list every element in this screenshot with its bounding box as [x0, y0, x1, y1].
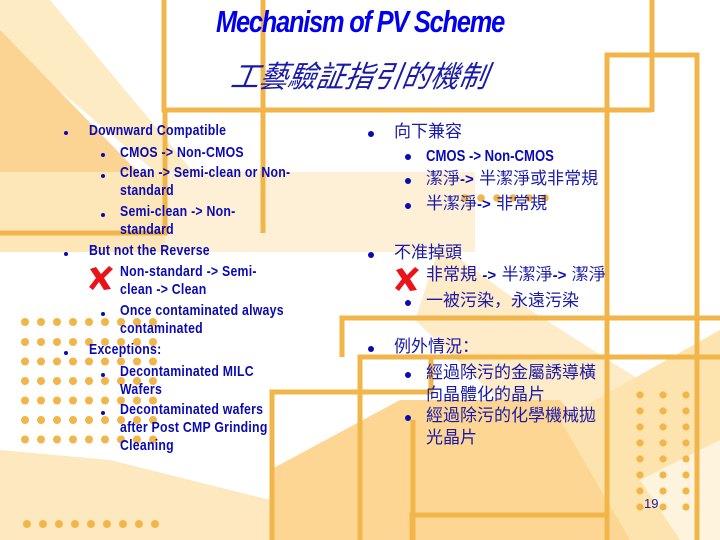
bullet-icon	[368, 252, 374, 258]
list-item: 經過除污的化學機械拋 光晶片	[426, 406, 596, 448]
list-item: 一被污染，永遠污染	[426, 291, 579, 311]
list-item: 例外情況：	[394, 337, 479, 357]
bullet-icon	[405, 415, 411, 421]
list-item: 不准掉頭	[394, 243, 462, 263]
bullet-icon	[405, 178, 411, 184]
bullet-icon	[405, 203, 411, 209]
bullet-icon	[368, 346, 374, 352]
bullet-icon	[405, 154, 411, 160]
cross-icon	[395, 267, 419, 291]
list-item: CMOS -> Non-CMOS	[426, 148, 554, 165]
bullet-icon	[405, 372, 411, 378]
list-item: 半潔淨-> 非常規	[426, 194, 548, 214]
right-column: 向下兼容 CMOS -> Non-CMOS 潔淨-> 半潔淨或非常規 半潔淨->…	[0, 0, 720, 540]
bullet-icon	[405, 300, 411, 306]
list-item: 潔淨-> 半潔淨或非常規	[426, 169, 599, 189]
bullet-icon	[368, 131, 374, 137]
list-item: 經過除污的金屬誘導橫 向晶體化的晶片	[426, 363, 596, 405]
list-item: 非常規 -> 半潔淨-> 潔淨	[426, 265, 606, 285]
page-number: 19	[644, 496, 659, 511]
list-item: 向下兼容	[394, 122, 462, 142]
